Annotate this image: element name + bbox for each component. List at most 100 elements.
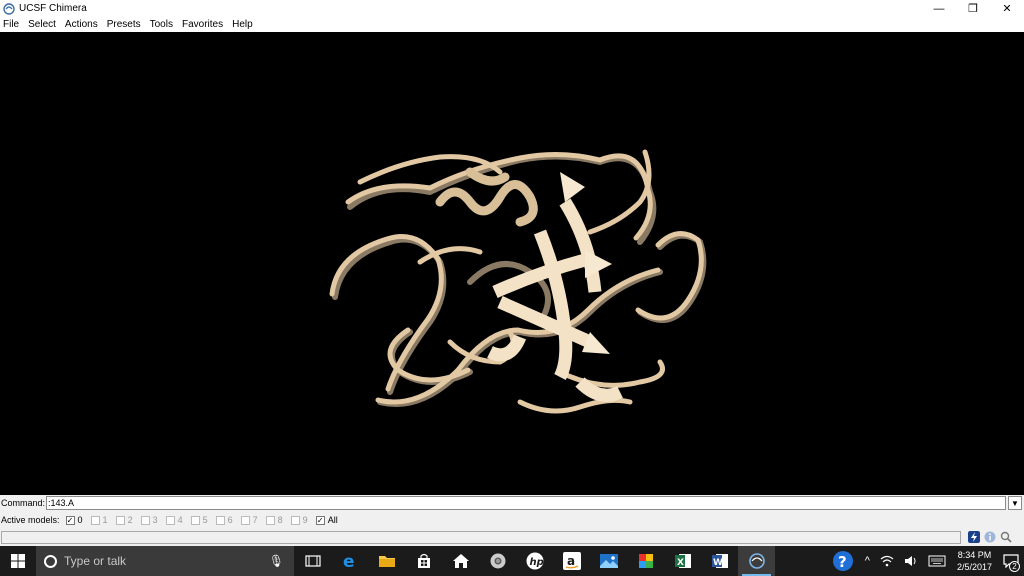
- chimera-icon: [748, 553, 765, 569]
- model-checkbox-9[interactable]: 9: [290, 515, 308, 525]
- windows-logo-icon: [11, 554, 25, 568]
- chevron-down-icon: ▼: [1011, 498, 1019, 508]
- model-checkbox-6[interactable]: 6: [215, 515, 233, 525]
- magnifier-icon[interactable]: [1000, 531, 1012, 543]
- taskbar-amazon[interactable]: a: [553, 546, 590, 576]
- chimera-app-icon: [3, 2, 15, 15]
- chevron-up-icon[interactable]: ^: [865, 555, 870, 567]
- taskbar-edge[interactable]: e: [331, 546, 368, 576]
- lightning-icon[interactable]: [968, 531, 980, 543]
- taskbar-hp[interactable]: hp: [516, 546, 553, 576]
- taskbar-home[interactable]: [442, 546, 479, 576]
- windows-taskbar: Type or talk 🎙 e hp a X W ? ^ 8:34 PM 2/…: [0, 546, 1024, 576]
- task-view-button[interactable]: [294, 546, 331, 576]
- title-bar: UCSF Chimera — ❐ ✕: [0, 0, 1024, 17]
- checkbox-empty-icon: [140, 515, 150, 525]
- hp-icon: hp: [526, 552, 543, 570]
- word-icon: W: [711, 554, 728, 568]
- taskbar-photos[interactable]: [590, 546, 627, 576]
- command-label: Command:: [1, 498, 46, 508]
- command-history-dropdown[interactable]: ▼: [1008, 496, 1022, 510]
- protein-ribbon-model: [329, 149, 707, 414]
- menu-tools[interactable]: Tools: [150, 19, 173, 30]
- home-icon: [452, 554, 469, 568]
- info-icon[interactable]: [984, 531, 996, 543]
- status-row: [0, 529, 1024, 546]
- cortana-icon: [44, 554, 57, 568]
- system-clock[interactable]: 8:34 PM 2/5/2017: [957, 549, 992, 573]
- keyboard-icon[interactable]: [928, 555, 946, 567]
- wifi-icon[interactable]: [880, 555, 894, 567]
- checkbox-checked-icon: ✓: [315, 515, 325, 525]
- search-placeholder: Type or talk: [64, 554, 127, 568]
- svg-text:e: e: [343, 552, 355, 570]
- photos-icon: [599, 554, 618, 568]
- taskbar-store[interactable]: [405, 546, 442, 576]
- paint-icon: [638, 554, 653, 568]
- microphone-icon[interactable]: 🎙: [269, 554, 284, 568]
- excel-icon: X: [674, 554, 691, 568]
- volume-icon[interactable]: [904, 555, 918, 567]
- checkbox-empty-icon: [190, 515, 200, 525]
- model-checkbox-7[interactable]: 7: [240, 515, 258, 525]
- model-checkbox-4[interactable]: 4: [165, 515, 183, 525]
- action-center-button[interactable]: 2: [998, 546, 1024, 576]
- close-button[interactable]: ✕: [990, 0, 1024, 17]
- active-models-label: Active models:: [1, 515, 60, 525]
- checkbox-empty-icon: [265, 515, 275, 525]
- system-tray: ? ^ 8:34 PM 2/5/2017 2: [832, 546, 1024, 576]
- model-checkbox-5[interactable]: 5: [190, 515, 208, 525]
- edge-icon: e: [343, 552, 355, 570]
- command-line-row: Command: :143.A ▼: [0, 495, 1024, 511]
- svg-text:W: W: [713, 558, 723, 568]
- model-checkbox-0[interactable]: ✓ 0: [65, 515, 83, 525]
- menu-presets[interactable]: Presets: [107, 19, 141, 30]
- svg-text:a: a: [567, 554, 575, 568]
- command-input[interactable]: :143.A: [46, 496, 1007, 510]
- menu-file[interactable]: File: [3, 19, 19, 30]
- taskbar-word[interactable]: W: [701, 546, 738, 576]
- svg-text:hp: hp: [529, 557, 543, 568]
- store-icon: [417, 553, 430, 568]
- checkbox-empty-icon: [90, 515, 100, 525]
- restore-button[interactable]: ❐: [956, 0, 990, 17]
- model-checkbox-all[interactable]: ✓ All: [315, 515, 338, 525]
- clock-time: 8:34 PM: [957, 550, 992, 560]
- menu-actions[interactable]: Actions: [65, 19, 98, 30]
- model-checkbox-2[interactable]: 2: [115, 515, 133, 525]
- taskbar-chrome[interactable]: [479, 546, 516, 576]
- model-checkbox-8[interactable]: 8: [265, 515, 283, 525]
- amazon-icon: a: [562, 552, 581, 570]
- checkbox-empty-icon: [115, 515, 125, 525]
- menu-select[interactable]: Select: [28, 19, 56, 30]
- taskbar-search-box[interactable]: Type or talk 🎙: [36, 546, 294, 576]
- status-line: [1, 531, 961, 544]
- checkbox-empty-icon: [165, 515, 175, 525]
- svg-text:X: X: [677, 558, 684, 568]
- menu-bar: File Select Actions Presets Tools Favori…: [0, 17, 1024, 32]
- taskbar-excel[interactable]: X: [664, 546, 701, 576]
- molecule-viewport[interactable]: [0, 32, 1024, 495]
- start-button[interactable]: [0, 546, 36, 576]
- menu-favorites[interactable]: Favorites: [182, 19, 223, 30]
- model-checkbox-1[interactable]: 1: [90, 515, 108, 525]
- checkbox-empty-icon: [290, 515, 300, 525]
- taskbar-chimera[interactable]: [738, 546, 775, 576]
- window-controls: — ❐ ✕: [922, 0, 1024, 17]
- clock-date: 2/5/2017: [956, 562, 992, 572]
- checkbox-empty-icon: [215, 515, 225, 525]
- status-icons: [964, 531, 1012, 543]
- window-title: UCSF Chimera: [19, 3, 87, 14]
- model-checkbox-3[interactable]: 3: [140, 515, 158, 525]
- taskbar-file-explorer[interactable]: [368, 546, 405, 576]
- chrome-icon: [490, 553, 505, 569]
- active-models-row: Active models: ✓ 0 1 2 3 4 5 6 7 8 9 ✓ All: [0, 511, 1024, 529]
- svg-text:?: ?: [838, 553, 847, 571]
- minimize-button[interactable]: —: [922, 0, 956, 17]
- checkbox-checked-icon: ✓: [65, 515, 75, 525]
- taskbar-paint[interactable]: [627, 546, 664, 576]
- checkbox-empty-icon: [240, 515, 250, 525]
- notification-count: 2: [1009, 561, 1020, 572]
- help-question-icon[interactable]: ?: [832, 550, 854, 572]
- menu-help[interactable]: Help: [232, 19, 253, 30]
